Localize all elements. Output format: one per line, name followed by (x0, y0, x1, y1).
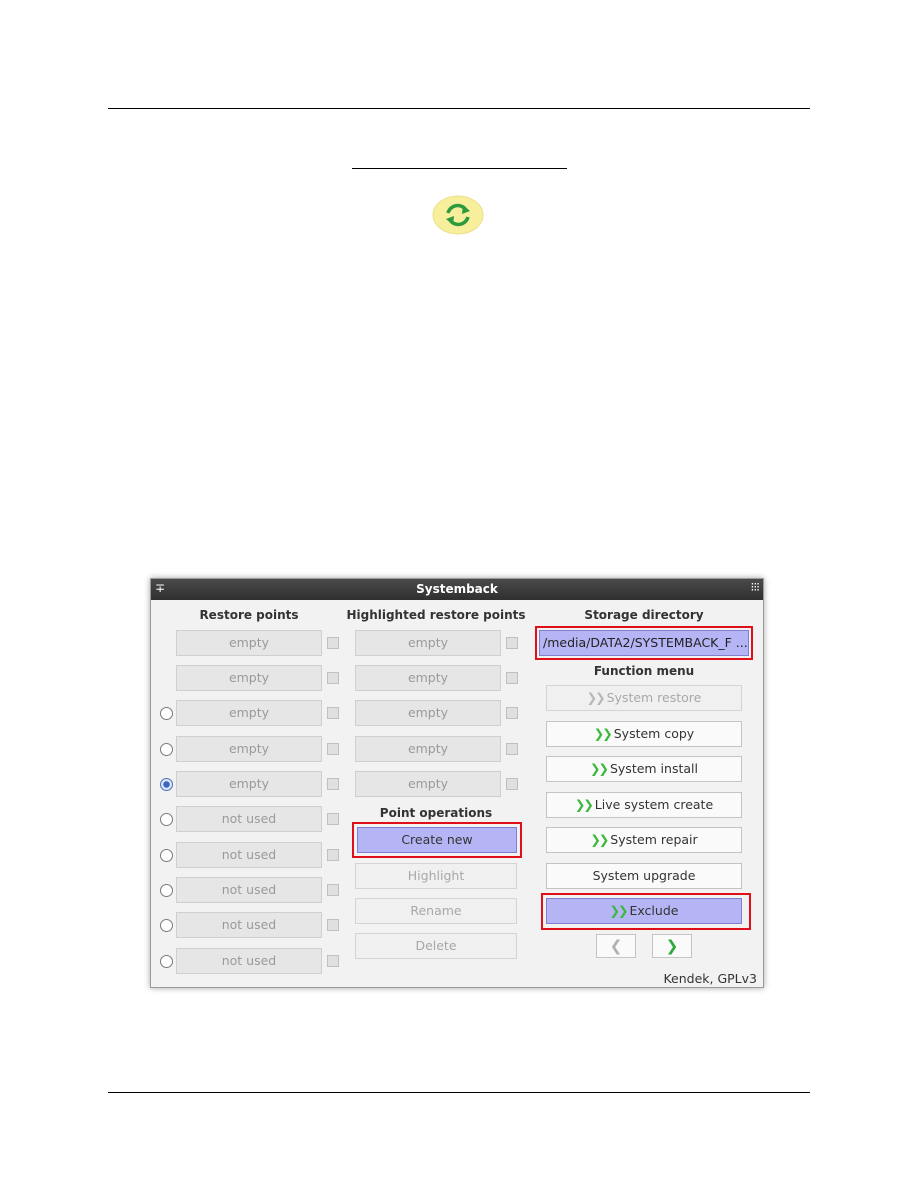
highlighted-point-checkbox[interactable] (506, 778, 518, 790)
restore-point-checkbox[interactable] (327, 672, 339, 684)
restore-point-field: not used (176, 877, 322, 903)
restore-point-radio[interactable] (160, 778, 173, 791)
restore-point-checkbox[interactable] (327, 884, 339, 896)
restore-point-checkbox[interactable] (327, 919, 339, 931)
live-system-create-button[interactable]: ❯❯ Live system create (546, 792, 742, 818)
highlighted-point-field: empty (355, 771, 501, 797)
restore-point-field: empty (176, 736, 322, 762)
restore-point-field: not used (176, 842, 322, 868)
system-repair-button[interactable]: ❯❯ System repair (546, 827, 742, 853)
back-arrow-button[interactable]: ❮ (596, 934, 636, 958)
footer-credit: Kendek, GPLv3 (663, 971, 757, 986)
systemback-window: ∓ Systemback ⁝⁝⁝ Restore points Highligh… (150, 578, 764, 988)
highlighted-point-field: empty (355, 700, 501, 726)
system-copy-button[interactable]: ❯❯ System copy (546, 721, 742, 747)
delete-button[interactable]: Delete (355, 933, 517, 959)
system-upgrade-button[interactable]: System upgrade (546, 863, 742, 889)
restore-point-field: not used (176, 912, 322, 938)
double-chevron-icon: ❯❯ (590, 761, 609, 776)
chevron-right-icon: ❯ (665, 937, 679, 955)
storage-callout (535, 626, 753, 660)
highlighted-point-checkbox[interactable] (506, 672, 518, 684)
double-chevron-icon: ❯❯ (590, 832, 609, 847)
highlighted-heading: Highlighted restore points (346, 608, 526, 622)
restore-point-radio[interactable] (160, 955, 173, 968)
highlighted-point-field: empty (355, 665, 501, 691)
function-menu-heading: Function menu (593, 664, 695, 678)
restore-point-radio[interactable] (160, 813, 173, 826)
exclude-callout (541, 893, 751, 930)
highlighted-point-checkbox[interactable] (506, 637, 518, 649)
highlighted-point-checkbox[interactable] (506, 707, 518, 719)
double-chevron-icon: ❯❯ (574, 797, 594, 812)
restore-point-field: not used (176, 806, 322, 832)
restore-point-field: empty (176, 771, 322, 797)
chevron-left-icon: ❮ (609, 937, 623, 955)
restore-point-checkbox[interactable] (327, 955, 339, 967)
next-arrow-button[interactable]: ❯ (652, 934, 692, 958)
restore-point-field: empty (176, 665, 322, 691)
double-chevron-icon: ❯❯ (586, 690, 606, 705)
title-underline (352, 168, 567, 169)
create-new-callout (352, 822, 522, 858)
highlighted-point-field: empty (355, 630, 501, 656)
restore-point-checkbox[interactable] (327, 707, 339, 719)
rename-button[interactable]: Rename (355, 898, 517, 924)
restore-points-heading: Restore points (199, 608, 299, 622)
highlighted-point-field: empty (355, 736, 501, 762)
restore-point-radio[interactable] (160, 884, 173, 897)
point-operations-heading: Point operations (379, 806, 493, 820)
system-install-button[interactable]: ❯❯ System install (546, 756, 742, 782)
restore-point-checkbox[interactable] (327, 849, 339, 861)
restore-point-checkbox[interactable] (327, 778, 339, 790)
double-chevron-icon: ❯❯ (593, 726, 613, 741)
window-title: Systemback (416, 582, 498, 596)
storage-heading: Storage directory (584, 608, 704, 622)
restore-point-field: empty (176, 630, 322, 656)
highlight-button[interactable]: Highlight (355, 863, 517, 889)
restore-point-checkbox[interactable] (327, 813, 339, 825)
refresh-icon (432, 195, 484, 235)
top-rule (108, 108, 810, 109)
restore-point-field: not used (176, 948, 322, 974)
system-restore-button[interactable]: ❯❯ System restore (546, 685, 742, 711)
restore-point-radio[interactable] (160, 707, 173, 720)
restore-point-checkbox[interactable] (327, 743, 339, 755)
title-bar[interactable]: ∓ Systemback ⁝⁝⁝ (151, 579, 763, 600)
restore-point-radio[interactable] (160, 849, 173, 862)
restore-point-checkbox[interactable] (327, 637, 339, 649)
restore-point-field: empty (176, 700, 322, 726)
restore-point-radio[interactable] (160, 743, 173, 756)
bottom-rule (108, 1092, 810, 1093)
restore-point-radio[interactable] (160, 919, 173, 932)
highlighted-point-checkbox[interactable] (506, 743, 518, 755)
grip-icon[interactable]: ⁝⁝⁝ (751, 580, 761, 594)
